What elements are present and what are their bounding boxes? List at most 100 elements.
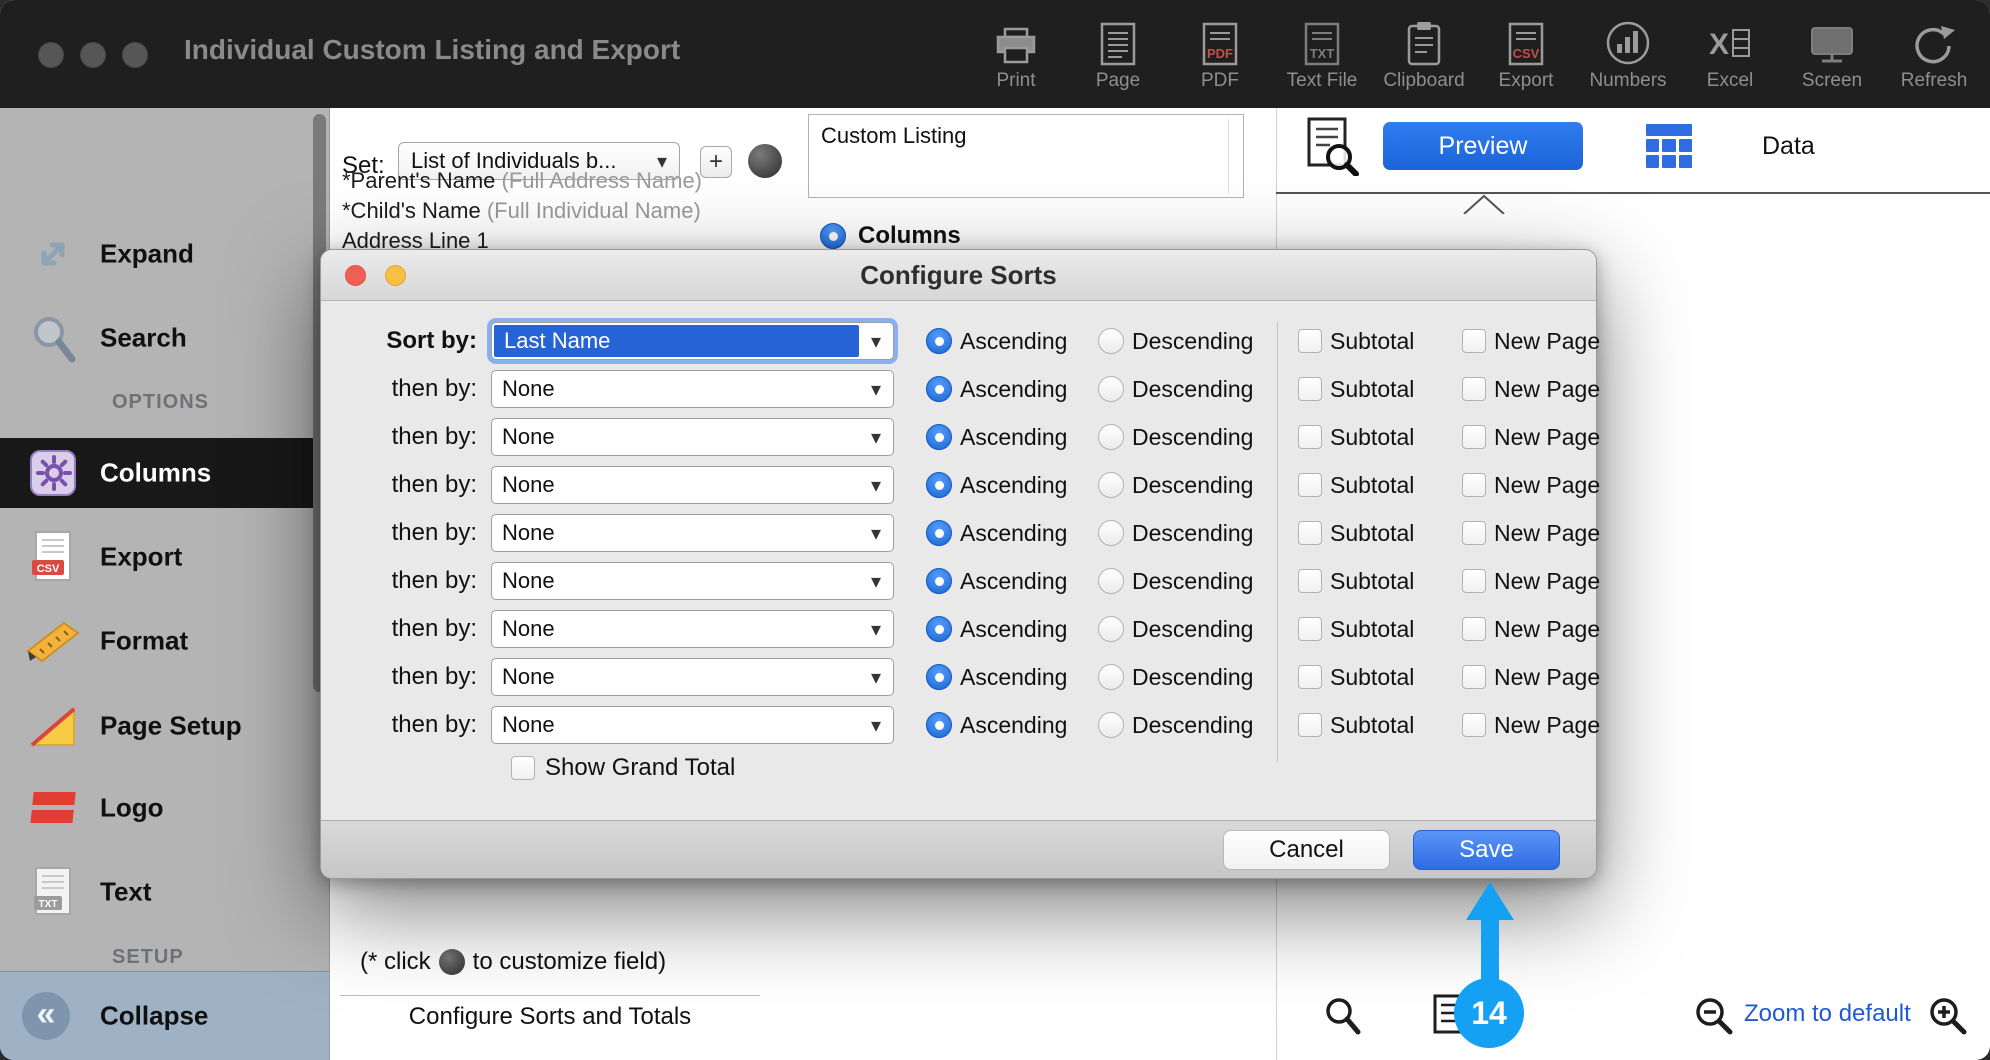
ascending-radio[interactable] — [926, 472, 952, 498]
export-csv-button[interactable]: CSV Export — [1484, 6, 1568, 92]
field-list-item[interactable]: *Child's Name (Full Individual Name) — [342, 198, 701, 224]
configure-sorts-button[interactable]: Configure Sorts and Totals — [340, 995, 760, 1038]
add-set-button[interactable]: + — [700, 146, 732, 178]
descending-radio[interactable] — [1098, 472, 1124, 498]
subtotal-checkbox[interactable] — [1298, 569, 1322, 593]
page-button[interactable]: Page — [1076, 6, 1160, 92]
zoom-out-icon[interactable] — [1694, 996, 1734, 1041]
dialog-close-button[interactable] — [345, 265, 366, 286]
clipboard-button[interactable]: Clipboard — [1382, 6, 1466, 92]
ascending-radio[interactable] — [926, 520, 952, 546]
subtotal-checkbox[interactable] — [1298, 665, 1322, 689]
new-page-checkbox[interactable] — [1462, 713, 1486, 737]
zoom-to-default-link[interactable]: Zoom to default — [1744, 1000, 1911, 1028]
subtotal-checkbox[interactable] — [1298, 425, 1322, 449]
sort-field-dropdown[interactable]: None ▾ — [491, 370, 894, 408]
descending-radio[interactable] — [1098, 376, 1124, 402]
customize-field-note: (* click to customize field) — [360, 948, 666, 976]
descending-radio[interactable] — [1098, 712, 1124, 738]
ascending-radio[interactable] — [926, 328, 952, 354]
sort-field-dropdown[interactable]: None ▾ — [491, 466, 894, 504]
screen-button[interactable]: Screen — [1790, 6, 1874, 92]
sidebar-item-text[interactable]: TXT Text — [0, 857, 329, 927]
zoom-window-button[interactable] — [122, 42, 148, 68]
subtotal-checkbox[interactable] — [1298, 617, 1322, 641]
sidebar-collapse-bar[interactable]: « Collapse — [0, 971, 329, 1060]
descending-radio[interactable] — [1098, 328, 1124, 354]
descending-radio[interactable] — [1098, 664, 1124, 690]
subtotal-checkbox[interactable] — [1298, 329, 1322, 353]
ascending-radio[interactable] — [926, 376, 952, 402]
ascending-radio[interactable] — [926, 664, 952, 690]
subtotal-checkbox[interactable] — [1298, 713, 1322, 737]
sidebar-item-expand[interactable]: Expand — [0, 219, 329, 289]
refresh-button[interactable]: Refresh — [1892, 6, 1976, 92]
new-page-option: New Page — [1462, 568, 1600, 595]
minimize-window-button[interactable] — [80, 42, 106, 68]
sort-field-dropdown[interactable]: None ▾ — [491, 706, 894, 744]
sidebar-item-logo[interactable]: Logo — [0, 773, 329, 843]
subtotal-checkbox[interactable] — [1298, 473, 1322, 497]
new-page-checkbox[interactable] — [1462, 521, 1486, 545]
text-file-button[interactable]: TXT Text File — [1280, 6, 1364, 92]
new-page-checkbox[interactable] — [1462, 425, 1486, 449]
subtotal-checkbox[interactable] — [1298, 521, 1322, 545]
sidebar-item-format[interactable]: Format — [0, 606, 329, 676]
format-ruler-icon — [22, 606, 84, 676]
new-page-checkbox[interactable] — [1462, 329, 1486, 353]
grand-total-checkbox[interactable] — [511, 756, 535, 780]
new-page-checkbox[interactable] — [1462, 569, 1486, 593]
zoom-in-icon[interactable] — [1928, 996, 1968, 1041]
ascending-option: Ascending — [926, 520, 1098, 547]
dialog-minimize-button[interactable] — [385, 265, 406, 286]
new-page-checkbox[interactable] — [1462, 617, 1486, 641]
new-page-checkbox[interactable] — [1462, 377, 1486, 401]
save-button[interactable]: Save — [1413, 830, 1560, 870]
listing-name-input[interactable]: Custom Listing — [808, 114, 1244, 198]
dialog-title: Configure Sorts — [321, 250, 1596, 300]
ascending-radio[interactable] — [926, 616, 952, 642]
excel-button[interactable]: X Excel — [1688, 6, 1772, 92]
svg-text:PDF: PDF — [1207, 46, 1233, 61]
descending-radio[interactable] — [1098, 616, 1124, 642]
descending-radio[interactable] — [1098, 424, 1124, 450]
subtotal-checkbox[interactable] — [1298, 377, 1322, 401]
close-window-button[interactable] — [38, 42, 64, 68]
columns-radio[interactable] — [820, 223, 846, 249]
sidebar-item-page-setup[interactable]: Page Setup — [0, 691, 329, 761]
field-list-item[interactable]: *Parent's Name (Full Address Name) — [342, 168, 702, 194]
cancel-button[interactable]: Cancel — [1223, 830, 1390, 870]
descending-option: Descending — [1098, 520, 1274, 547]
customize-field-button[interactable] — [748, 144, 782, 178]
pdf-button[interactable]: PDF PDF — [1178, 6, 1262, 92]
sidebar-item-export[interactable]: CSV Export — [0, 522, 329, 592]
sort-field-dropdown[interactable]: None ▾ — [491, 514, 894, 552]
descending-radio[interactable] — [1098, 520, 1124, 546]
print-button[interactable]: Print — [974, 6, 1058, 92]
new-page-checkbox[interactable] — [1462, 473, 1486, 497]
tab-preview[interactable]: Preview — [1383, 122, 1583, 170]
sort-rows: Sort by: Last Name ▾ Ascending Descendin… — [321, 300, 1596, 782]
sidebar-item-columns[interactable]: Columns — [0, 438, 329, 508]
sidebar-item-search[interactable]: Search — [0, 303, 329, 373]
subtotal-option: Subtotal — [1298, 472, 1450, 499]
subtotal-option: Subtotal — [1298, 616, 1450, 643]
sort-field-dropdown[interactable]: Last Name ▾ — [491, 322, 894, 360]
sort-field-dropdown[interactable]: None ▾ — [491, 610, 894, 648]
sort-field-dropdown[interactable]: None ▾ — [491, 418, 894, 456]
sort-field-dropdown[interactable]: None ▾ — [491, 658, 894, 696]
numbers-button[interactable]: Numbers — [1586, 6, 1670, 92]
ascending-radio[interactable] — [926, 424, 952, 450]
data-table-icon[interactable] — [1646, 124, 1692, 168]
new-page-checkbox[interactable] — [1462, 665, 1486, 689]
sort-field-dropdown[interactable]: None ▾ — [491, 562, 894, 600]
descending-option: Descending — [1098, 424, 1274, 451]
tab-data[interactable]: Data — [1762, 132, 1815, 161]
descending-radio[interactable] — [1098, 568, 1124, 594]
ascending-radio[interactable] — [926, 568, 952, 594]
new-page-option: New Page — [1462, 520, 1600, 547]
ascending-radio[interactable] — [926, 712, 952, 738]
preview-report-icon[interactable] — [1303, 116, 1359, 181]
footer-search-icon[interactable] — [1324, 996, 1362, 1041]
subtotal-option: Subtotal — [1298, 712, 1450, 739]
